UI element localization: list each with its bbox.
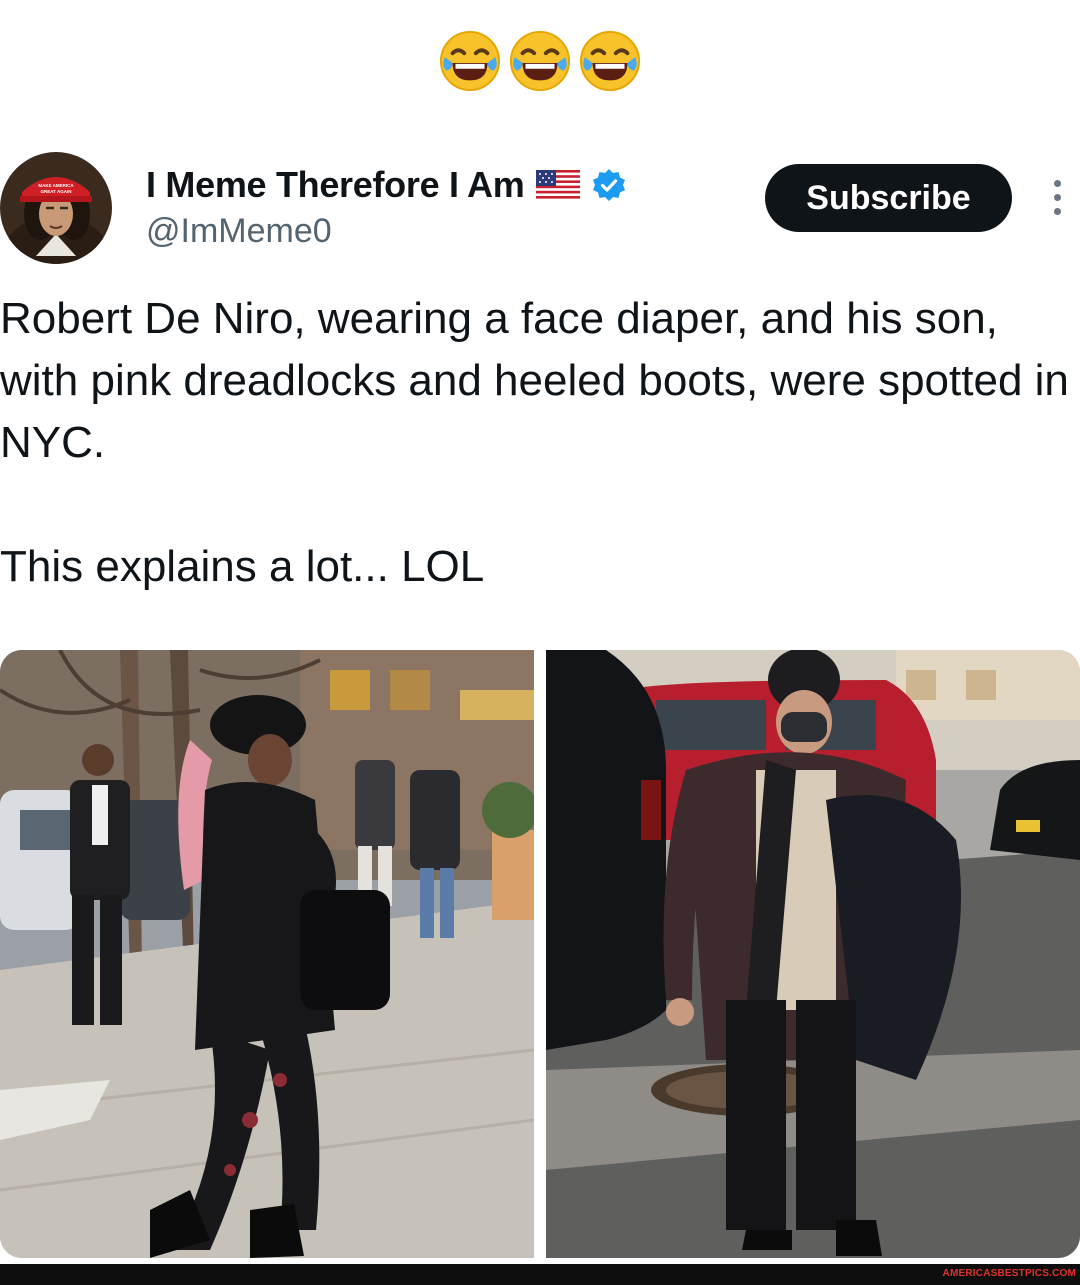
verified-badge-icon[interactable] — [592, 168, 626, 202]
author-name-line: I Meme Therefore I Am — [146, 162, 626, 208]
photo-woman-pink-dreadlocks — [0, 650, 534, 1258]
media-photo-left[interactable] — [0, 650, 534, 1258]
tweet-text: Robert De Niro, wearing a face diaper, a… — [0, 288, 1070, 598]
watermark-text: AMERICASBESTPICS.COM — [942, 1268, 1076, 1279]
tweet-line-1: Robert De Niro, wearing a face diaper, a… — [0, 294, 1069, 467]
svg-text:GREAT AGAIN: GREAT AGAIN — [41, 189, 72, 194]
us-flag-icon — [536, 170, 581, 200]
watermark-bar: AMERICASBESTPICS.COM — [0, 1264, 1080, 1285]
avatar[interactable]: MAKE AMERICA GREAT AGAIN — [0, 152, 112, 264]
author-handle[interactable]: @ImMeme0 — [146, 212, 332, 251]
face-with-tears-of-joy-icon — [439, 30, 500, 92]
subscribe-button[interactable]: Subscribe — [765, 164, 1012, 232]
tweet-line-2: This explains a lot... LOL — [0, 542, 485, 591]
face-with-tears-of-joy-icon — [580, 30, 641, 92]
more-vertical-icon[interactable] — [1048, 180, 1066, 220]
face-with-tears-of-joy-icon — [509, 30, 571, 92]
svg-text:MAKE AMERICA: MAKE AMERICA — [38, 183, 74, 188]
photo-man-face-mask — [546, 650, 1080, 1258]
author-name[interactable]: I Meme Therefore I Am — [146, 164, 525, 206]
media-photo-right[interactable] — [546, 650, 1080, 1258]
emoji-row — [0, 30, 1080, 92]
avatar-portrait-icon: MAKE AMERICA GREAT AGAIN — [0, 152, 112, 264]
